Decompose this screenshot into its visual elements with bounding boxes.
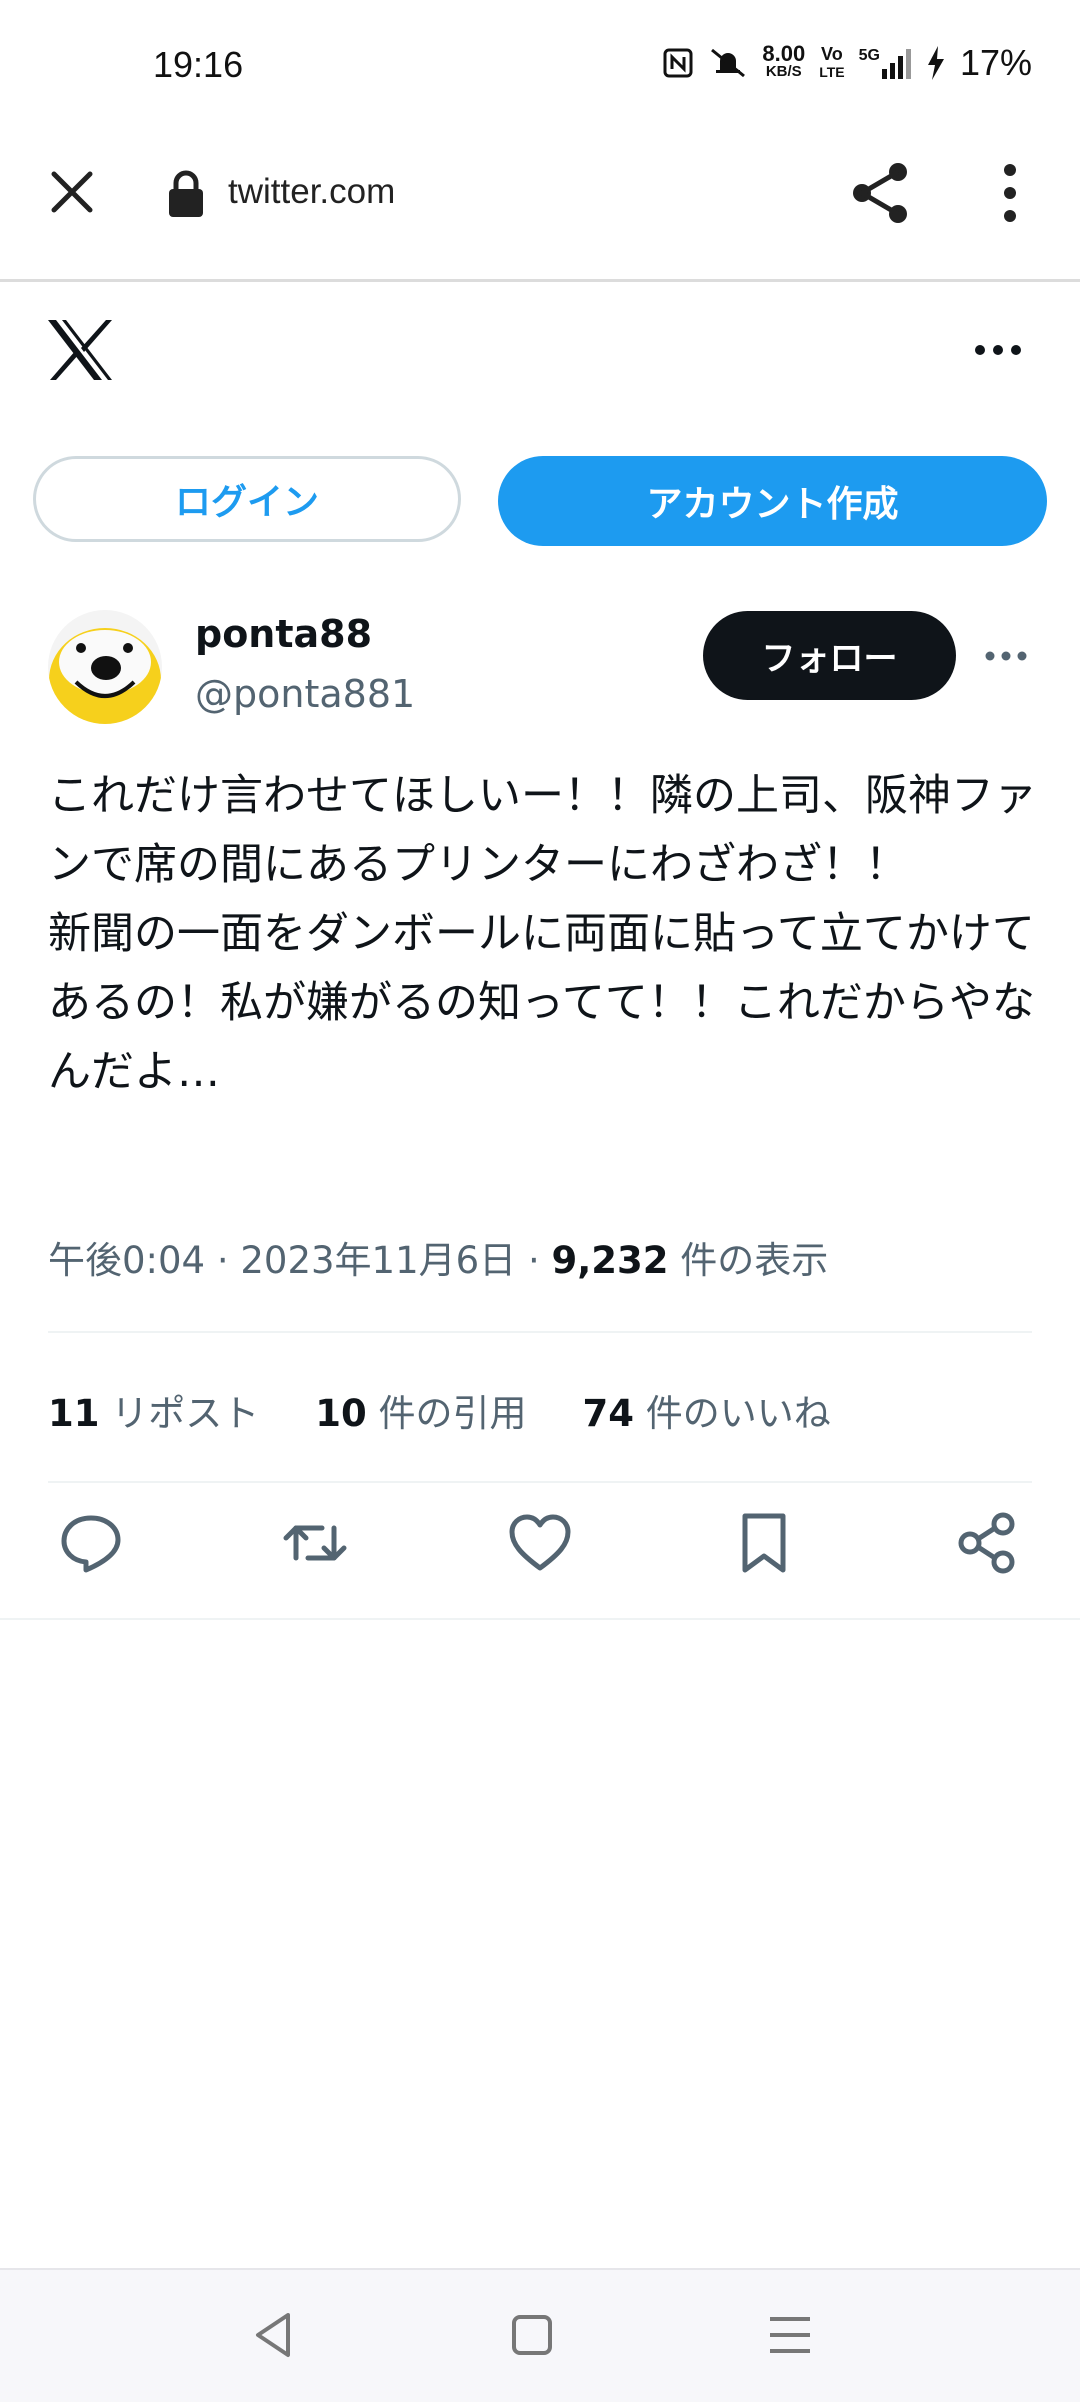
status-time: 19:16 xyxy=(153,44,244,85)
avatar[interactable] xyxy=(48,610,162,724)
tweet-stats: 11 リポスト 10 件の引用 74 件のいいね xyxy=(48,1383,831,1437)
volte-indicator: Vo LTE xyxy=(819,44,845,80)
charging-bolt-icon xyxy=(927,46,944,80)
back-nav-icon[interactable] xyxy=(244,2305,304,2365)
overflow-menu-icon[interactable] xyxy=(985,160,1035,226)
tweet-text: これだけ言わせてほしいー！！隣の上司、阪神ファンで席の間にあるプリンターにわざわ… xyxy=(48,771,1037,1097)
x-logo-icon[interactable] xyxy=(46,318,114,382)
tweet-date[interactable]: 2023年11月6日 xyxy=(240,1239,516,1282)
divider xyxy=(0,1618,1080,1620)
views-count: 9,232 xyxy=(551,1239,669,1282)
url-text[interactable]: twitter.com xyxy=(228,172,395,212)
bookmark-icon[interactable] xyxy=(731,1510,797,1576)
display-name[interactable]: ponta88 xyxy=(195,612,372,656)
avatar-image xyxy=(48,610,162,724)
close-icon xyxy=(51,171,93,213)
nfc-icon xyxy=(663,48,693,78)
battery-percent: 17% xyxy=(959,42,1032,83)
like-heart-icon[interactable] xyxy=(507,1510,573,1576)
net-speed: 8.00 KB/S xyxy=(762,41,806,81)
status-icons: 8.00 KB/S Vo LTE 5G 17% xyxy=(662,42,1032,84)
divider xyxy=(48,1331,1032,1333)
signal-indicator: 5G xyxy=(859,47,912,79)
lock-icon xyxy=(169,170,203,217)
login-button[interactable]: ログイン xyxy=(33,456,461,542)
user-handle[interactable]: @ponta881 xyxy=(195,672,415,716)
views-label: 件の表示 xyxy=(680,1239,829,1282)
likes-stat[interactable]: 74 件のいいね xyxy=(583,1383,831,1437)
tweet-time[interactable]: 午後0:04 xyxy=(48,1239,205,1282)
divider xyxy=(48,1481,1032,1483)
share-post-icon[interactable] xyxy=(955,1510,1021,1576)
tweet-more-icon[interactable] xyxy=(982,640,1030,672)
create-account-button[interactable]: アカウント作成 xyxy=(498,456,1047,546)
tweet-action-bar xyxy=(0,1510,1080,1590)
browser-toolbar xyxy=(0,135,1080,282)
quotes-stat[interactable]: 10 件の引用 xyxy=(315,1383,526,1437)
close-tab-button[interactable] xyxy=(40,160,104,224)
home-nav-icon[interactable] xyxy=(502,2305,562,2365)
repost-icon[interactable] xyxy=(282,1510,348,1576)
follow-button[interactable]: フォロー xyxy=(703,611,956,700)
reposts-stat[interactable]: 11 リポスト xyxy=(48,1383,259,1437)
reply-icon[interactable] xyxy=(58,1510,124,1576)
signal-bars-icon xyxy=(881,49,911,79)
more-options-icon[interactable] xyxy=(970,330,1026,370)
share-icon[interactable] xyxy=(848,160,914,226)
recents-nav-icon[interactable] xyxy=(760,2305,820,2365)
tweet-meta: 午後0:04 · 2023年11月6日 · 9,232 件の表示 xyxy=(48,1239,829,1282)
mute-bell-icon xyxy=(711,48,746,78)
